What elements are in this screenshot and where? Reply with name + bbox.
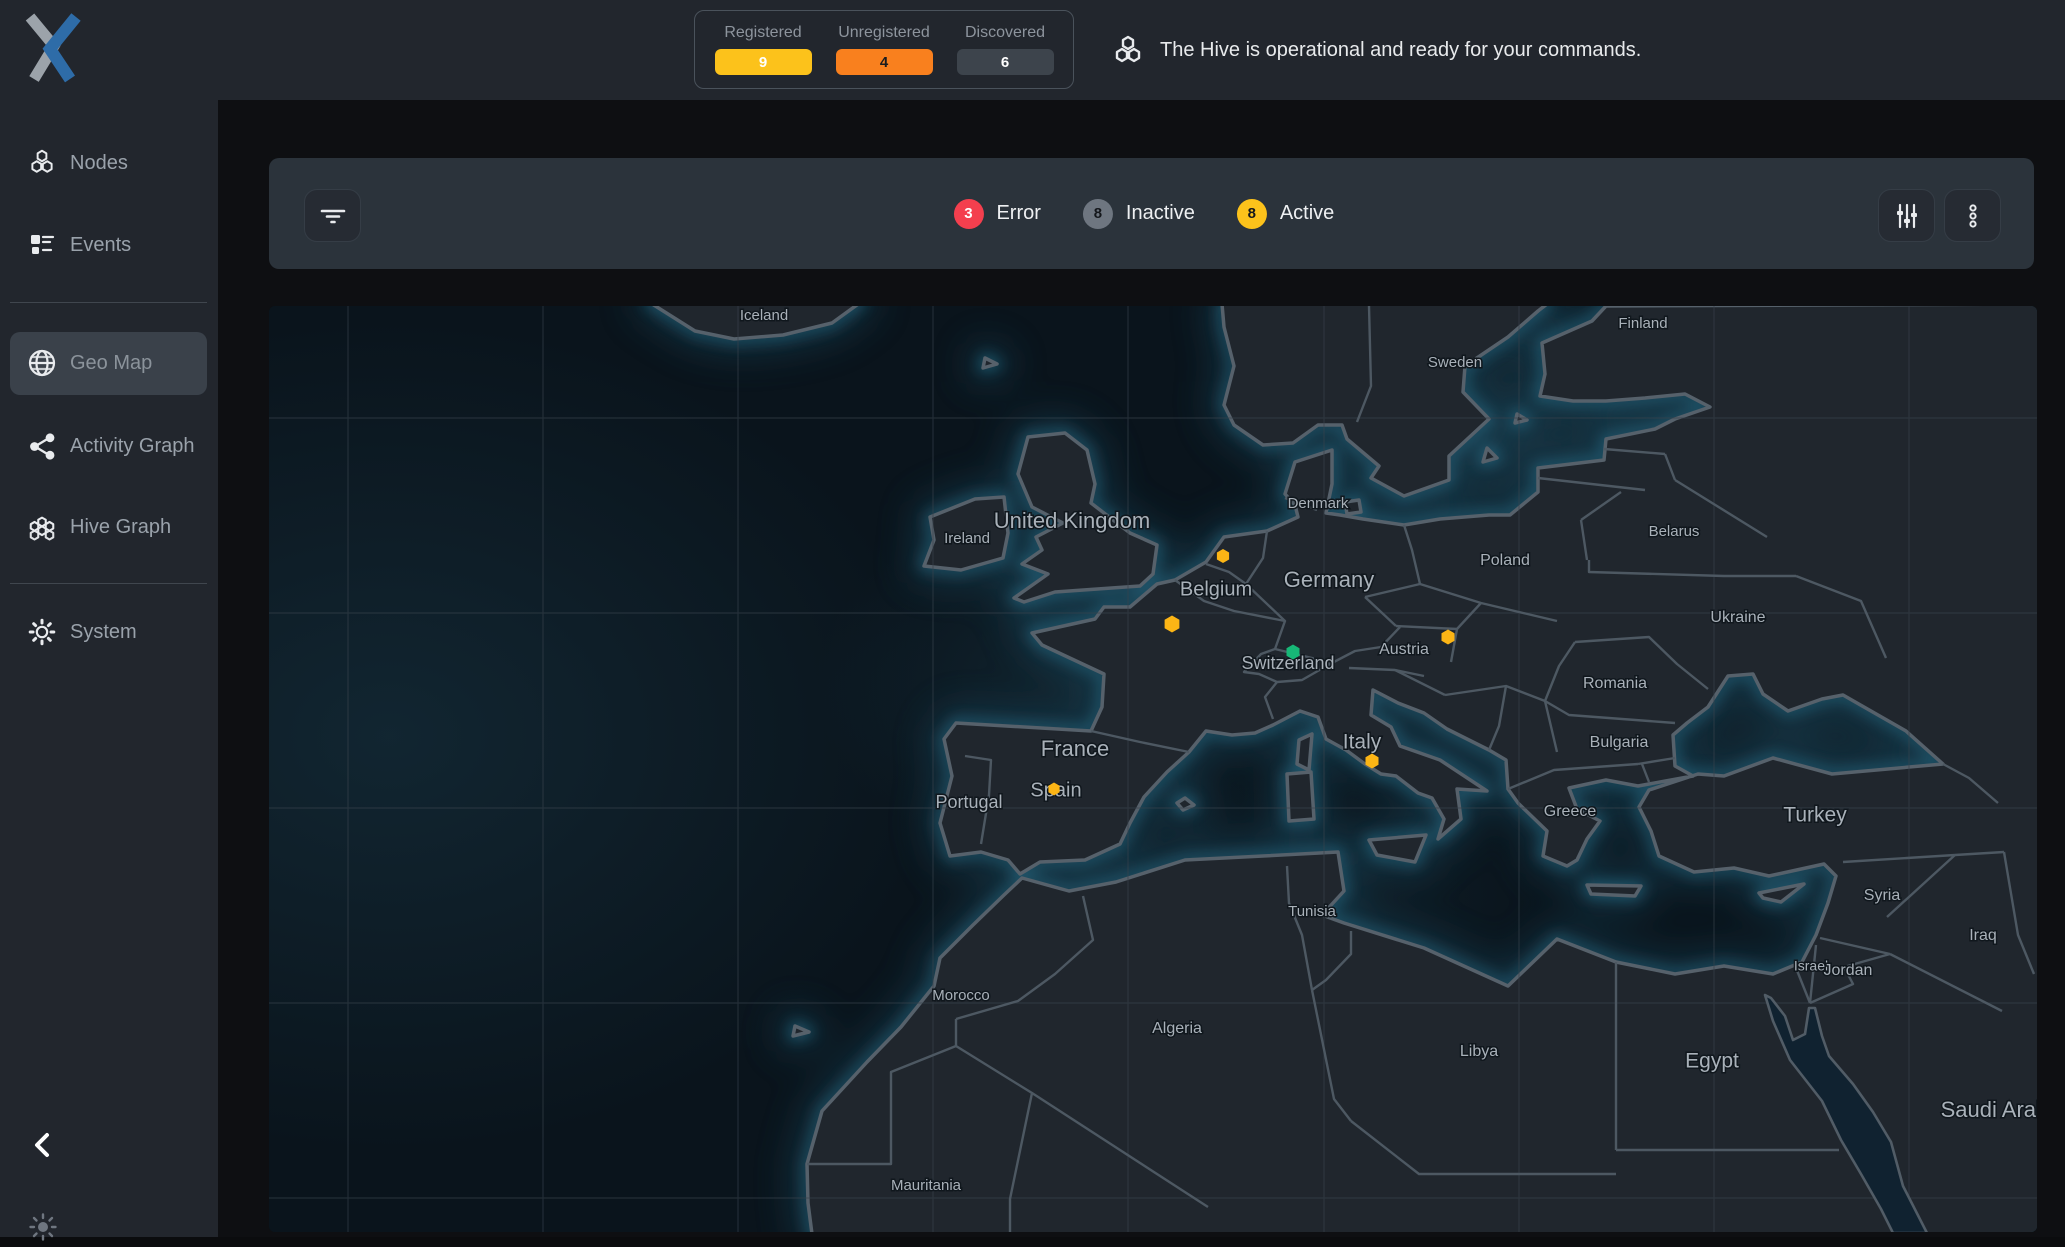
share-nodes-icon (27, 431, 57, 461)
map-label-morocco: Morocco (932, 987, 990, 1004)
hive-status: The Hive is operational and ready for yo… (1112, 0, 1641, 100)
app-header: Registered 9 Unregistered 4 Discovered 6… (0, 0, 2065, 100)
more-options-button[interactable] (1944, 189, 2001, 242)
status-legend: 3 Error 8 Inactive 8 Active (953, 158, 1334, 269)
map-label-sweden: Sweden (1428, 354, 1482, 371)
map-label-portugal: Portugal (935, 792, 1002, 812)
sun-icon[interactable] (28, 1212, 58, 1242)
legend-inactive[interactable]: 8 Inactive (1083, 199, 1195, 229)
legend-active[interactable]: 8 Active (1237, 199, 1334, 229)
gear-icon (27, 617, 57, 647)
map-label-france: France (1041, 736, 1109, 761)
event-list-icon (27, 230, 57, 260)
node-stats-summary: Registered 9 Unregistered 4 Discovered 6 (694, 10, 1074, 89)
filter-button[interactable] (304, 189, 361, 242)
legend-error-count: 3 (953, 199, 983, 229)
legend-active-label: Active (1280, 202, 1334, 225)
map-label-germany: Germany (1284, 567, 1374, 592)
stat-unregistered-label: Unregistered (838, 24, 930, 42)
map-label-jordan: Jordan (1824, 962, 1873, 979)
map-label-belgium: Belgium (1180, 578, 1252, 600)
stat-discovered-count: 6 (957, 49, 1054, 75)
map-label-syria: Syria (1864, 887, 1901, 904)
sidebar-item-label: Events (70, 234, 131, 257)
map-label-tunisia: Tunisia (1288, 903, 1336, 920)
map-label-mauritania: Mauritania (891, 1177, 962, 1194)
map-label-denmark: Denmark (1288, 495, 1349, 512)
sidebar-item-hive-graph[interactable]: Hive Graph (0, 501, 218, 553)
legend-error[interactable]: 3 Error (953, 199, 1040, 229)
sidebar-item-label: Geo Map (70, 352, 152, 375)
map-label-ireland: Ireland (944, 530, 990, 547)
sidebar-nav: Nodes Events Geo Map Activity Graph (0, 100, 218, 1237)
map-label-austria: Austria (1379, 641, 1429, 658)
stat-registered: Registered 9 (715, 24, 812, 75)
sidebar-item-geo-map[interactable]: Geo Map (0, 337, 218, 389)
sidebar-item-events[interactable]: Events (0, 219, 218, 271)
map-label-italy: Italy (1343, 731, 1382, 754)
geo-map[interactable]: Iceland Finland Sweden Denmark United Kingdo… (269, 306, 2037, 1232)
stat-discovered-label: Discovered (965, 24, 1045, 42)
map-label-greece: Greece (1544, 803, 1597, 820)
legend-error-label: Error (996, 202, 1040, 225)
sidebar-item-label: Hive Graph (70, 516, 171, 539)
map-label-iraq: Iraq (1969, 927, 1997, 944)
app-logo (24, 13, 82, 83)
sidebar-divider (10, 302, 207, 303)
map-label-united-kingdom: United Kingdom (994, 508, 1151, 533)
filter-icon (320, 203, 346, 229)
sidebar-collapse-button[interactable] (28, 1130, 58, 1160)
sidebar-item-label: System (70, 621, 137, 644)
map-label-iceland: Iceland (740, 307, 788, 324)
map-label-egypt: Egypt (1685, 1050, 1739, 1073)
map-toolbar: 3 Error 8 Inactive 8 Active (269, 158, 2034, 269)
map-label-algeria: Algeria (1152, 1020, 1202, 1037)
kebab-dots-icon (1960, 203, 1986, 229)
sidebar-item-nodes[interactable]: Nodes (0, 137, 218, 189)
hexagon-cluster-icon (27, 148, 57, 178)
map-label-finland: Finland (1618, 315, 1667, 332)
sliders-icon (1893, 202, 1921, 230)
sidebar-item-label: Nodes (70, 152, 128, 175)
stat-registered-label: Registered (724, 24, 801, 42)
map-label-saudi-arabia: Saudi Arabia (1941, 1097, 2037, 1122)
main-content: 3 Error 8 Inactive 8 Active (218, 100, 2065, 1237)
stat-discovered: Discovered 6 (957, 24, 1054, 75)
map-label-poland: Poland (1480, 552, 1530, 569)
sidebar-item-label: Activity Graph (70, 435, 194, 458)
map-label-ukraine: Ukraine (1710, 609, 1765, 626)
map-label-turkey: Turkey (1783, 804, 1847, 827)
stat-unregistered-count: 4 (836, 49, 933, 75)
stat-unregistered: Unregistered 4 (836, 24, 933, 75)
map-label-bulgaria: Bulgaria (1590, 734, 1649, 751)
legend-inactive-count: 8 (1083, 199, 1113, 229)
map-label-romania: Romania (1583, 675, 1647, 692)
sidebar-item-activity-graph[interactable]: Activity Graph (0, 420, 218, 472)
stat-registered-count: 9 (715, 49, 812, 75)
honeycomb-icon (27, 512, 57, 542)
map-settings-button[interactable] (1878, 189, 1935, 242)
hive-icon (1112, 34, 1144, 66)
sidebar-item-system[interactable]: System (0, 606, 218, 658)
legend-active-count: 8 (1237, 199, 1267, 229)
legend-inactive-label: Inactive (1126, 202, 1195, 225)
globe-icon (27, 348, 57, 378)
hive-status-message: The Hive is operational and ready for yo… (1160, 39, 1641, 62)
map-label-belarus: Belarus (1649, 523, 1700, 540)
map-label-libya: Libya (1460, 1043, 1498, 1060)
sidebar-divider (10, 583, 207, 584)
